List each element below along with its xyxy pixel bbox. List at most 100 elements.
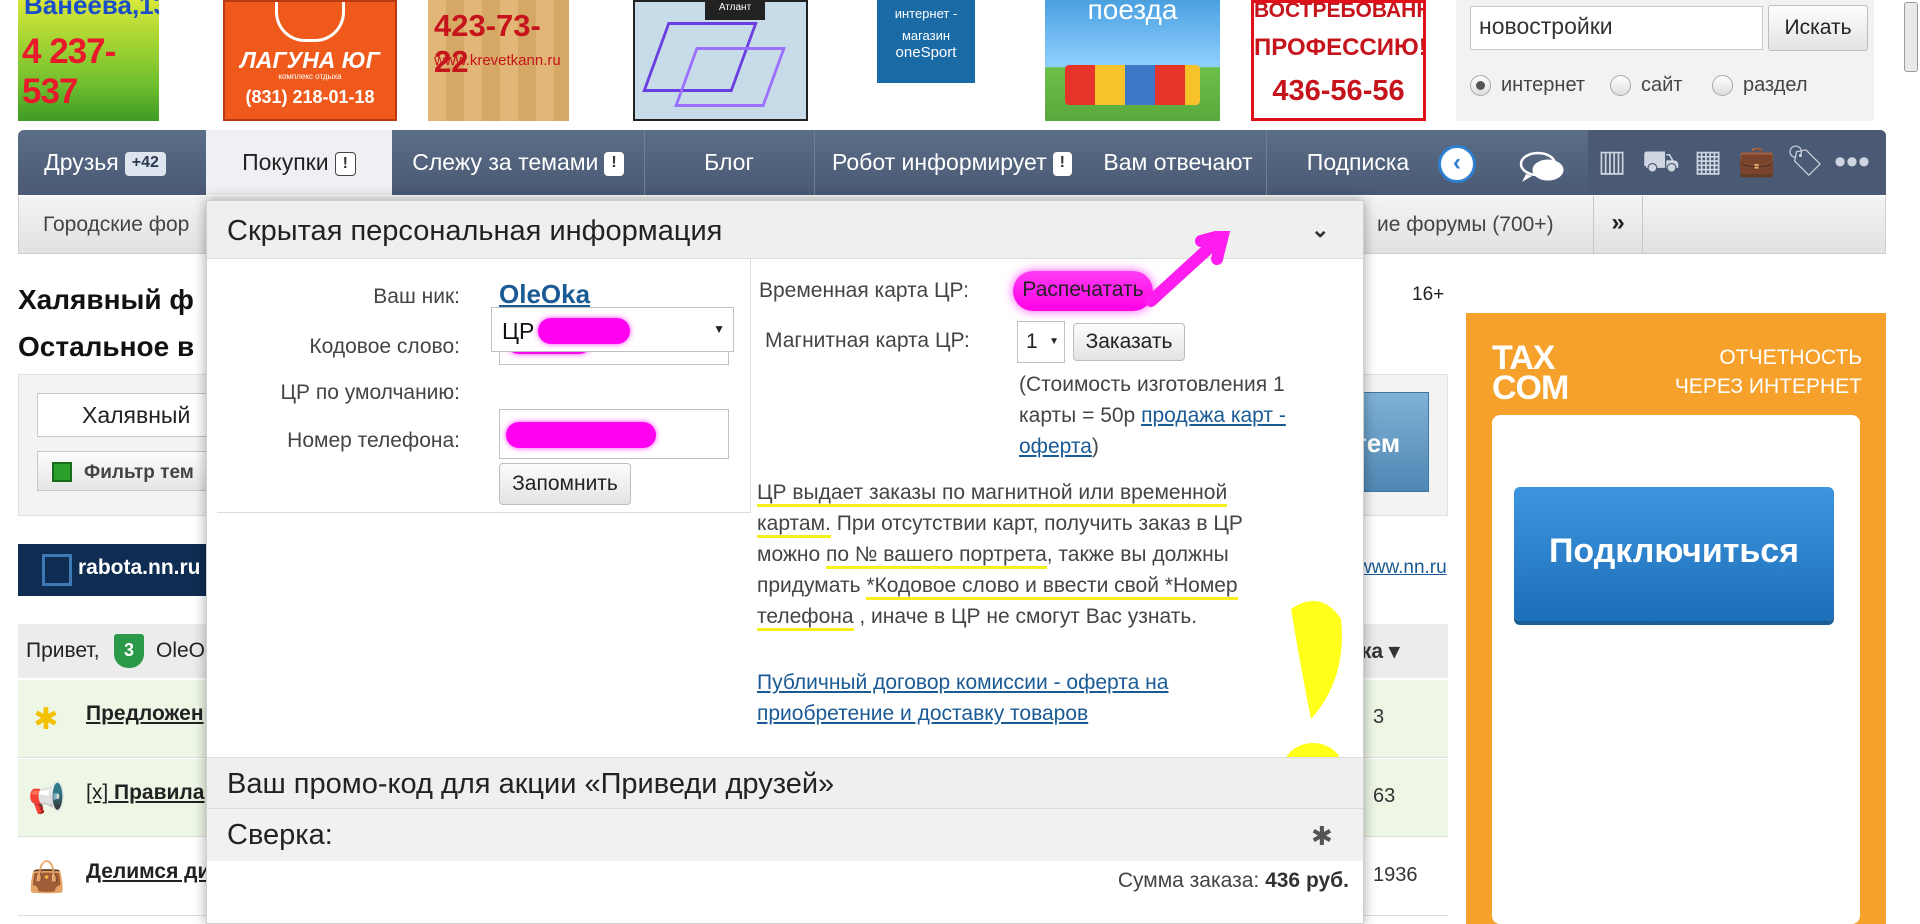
building-icon[interactable]: ▥ — [1594, 144, 1630, 180]
car-icon[interactable]: ⛟ — [1642, 144, 1680, 180]
select-value: ЦР — [502, 318, 535, 344]
reconciliation-section[interactable]: Сверка: ✱ — [207, 809, 1363, 861]
contract-link[interactable]: Публичный договор комиссии - оферта на — [757, 671, 1168, 694]
topic-title[interactable]: [x] Правила — [86, 781, 204, 805]
greeting-text: Привет, — [26, 639, 100, 662]
nav-watched-topics[interactable]: Слежу за темами! — [392, 130, 644, 195]
page-title: Халявный ф — [18, 284, 194, 315]
caret-down-icon: ▾ — [1388, 640, 1400, 663]
banner-phone: 436-56-56 — [1272, 75, 1405, 107]
card-sale-link-offer[interactable]: оферта — [1019, 435, 1092, 458]
radio-site[interactable]: сайт — [1610, 74, 1682, 97]
ad-line: ОТЧЕТНОСТЬ — [1719, 346, 1862, 369]
asterisk-icon[interactable]: ✱ — [1311, 821, 1333, 852]
card-sale-link[interactable]: продажа карт - — [1141, 404, 1286, 427]
banner-address: Ванеева,13 — [24, 0, 159, 20]
search-panel: новостройки Искать интернет сайт раздел — [1456, 0, 1874, 121]
megaphone-icon: 📢 — [28, 782, 66, 815]
banner-ad-1[interactable]: Ванеева,13 4 237-537 — [18, 0, 159, 121]
ad-card: Подключиться — [1492, 415, 1860, 924]
banner-ad-onesport[interactable]: интернет - магазин oneSport — [877, 0, 975, 83]
subnav-city-forums[interactable]: Городские фор — [43, 213, 189, 237]
mag-card-label: Магнитная карта ЦР: — [765, 329, 970, 352]
subnav-other-forums[interactable]: ие форумы (700+) — [1377, 213, 1554, 237]
chat-icon[interactable] — [1518, 150, 1566, 184]
order-sum: Сумма заказа: 436 руб. — [207, 869, 1349, 893]
chevron-right-icon[interactable]: » — [1593, 196, 1643, 254]
default-cr-label: ЦР по умолчанию: — [280, 381, 460, 404]
personal-info-panel: Скрытая персональная информация ⌄ Ваш ни… — [206, 200, 1364, 924]
banner-ad-krevetka[interactable]: 423-73-22 www.krevetkann.ru — [428, 0, 569, 121]
nav-label: Робот информирует — [832, 149, 1047, 175]
info-text: , иначе в ЦР не смогут Вас узнать. — [853, 605, 1198, 628]
save-button[interactable]: Запомнить — [499, 463, 631, 505]
rabota-banner[interactable]: rabota.nn.ru — [18, 544, 208, 596]
nav-label: Слежу за темами — [412, 149, 599, 175]
nn-link[interactable]: www.nn.ru — [1358, 557, 1447, 579]
radio-checked-icon — [1470, 75, 1491, 96]
age-rating: 16+ — [1412, 284, 1445, 305]
info-text: картам. — [757, 512, 831, 538]
banner-name: ЛАГУНА ЮГ — [240, 47, 380, 73]
promo-section[interactable]: Ваш промо-код для акции «Приведи друзей» — [207, 757, 1363, 809]
chevron-left-icon[interactable]: ‹ — [1438, 145, 1476, 183]
banner-line: ПРОФЕССИЮ! — [1254, 34, 1426, 61]
crown-icon — [275, 2, 345, 42]
nav-robot[interactable]: Робот информирует! — [814, 130, 1090, 195]
topic-title[interactable]: Делимся ди — [86, 860, 210, 884]
radio-internet[interactable]: интернет — [1470, 74, 1585, 97]
banner-logo: Атлант — [705, 2, 765, 20]
filter-icon — [52, 462, 72, 482]
radio-label: сайт — [1641, 74, 1683, 96]
info-text: телефона — [757, 605, 854, 631]
page-scrollbar[interactable] — [1902, 0, 1920, 924]
banner-phone: 423-73-22 — [434, 8, 541, 79]
nav-replies[interactable]: Вам отвечают — [1090, 130, 1266, 195]
office-icon[interactable]: ▦ — [1690, 144, 1726, 180]
nav-badge: ! — [334, 151, 356, 176]
banner-ad-profession[interactable]: ВОСТРЕБОВАННУЮ ПРОФЕССИЮ! 436-56-56 — [1251, 0, 1426, 121]
banner-site: www.krevetkann.ru — [434, 52, 561, 69]
topic-title[interactable]: Предложен — [86, 702, 204, 726]
info-text: по № вашего портрета — [826, 543, 1047, 569]
print-button[interactable]: Распечатать — [1013, 271, 1153, 311]
taxcom-ad[interactable]: TAX COM ОТЧЕТНОСТЬ ЧЕРЕЗ ИНТЕРНЕТ Подключ… — [1466, 313, 1886, 924]
banner-ad-glass[interactable]: Атлант — [633, 0, 808, 121]
nav-blog[interactable]: Блог — [644, 130, 814, 195]
connect-button[interactable]: Подключиться — [1514, 487, 1834, 621]
card-info: Временная карта ЦР: Распечатать Магнитна… — [751, 231, 1363, 795]
taxcom-logo: TAX COM — [1492, 339, 1569, 407]
tags-icon[interactable]: 🏷 — [1786, 144, 1824, 180]
search-input[interactable]: новостройки — [1470, 6, 1763, 50]
more-icon[interactable]: ••• — [1834, 144, 1870, 180]
nick-link[interactable]: OleOka — [499, 279, 590, 310]
banner-ad-trains[interactable]: поезда — [1045, 0, 1220, 121]
scrollbar-thumb[interactable] — [1904, 2, 1918, 72]
info-text: , также вы должны — [1046, 543, 1229, 566]
redaction-scribble — [538, 318, 630, 344]
mag-card-qty-select[interactable]: 1 ▼ — [1017, 321, 1065, 363]
phone-field[interactable] — [499, 409, 729, 459]
nav-purchases[interactable]: Покупки! — [206, 130, 392, 195]
cost-text: (Стоимость изготовления 1 — [1019, 373, 1285, 396]
briefcase-icon[interactable]: 💼 — [1738, 144, 1775, 180]
ad-text: ОТЧЕТНОСТЬ ЧЕРЕЗ ИНТЕРНЕТ — [1675, 343, 1862, 401]
nav-subscription[interactable]: Подписка — [1274, 130, 1442, 195]
radio-section[interactable]: раздел — [1712, 74, 1808, 97]
default-cr-select[interactable]: ЦР ▼ — [491, 307, 734, 352]
rabota-label: rabota.nn.ru — [78, 556, 201, 579]
panel-title: Скрытая персональная информация — [227, 215, 723, 247]
order-button[interactable]: Заказать — [1073, 323, 1185, 361]
personal-fields: Ваш ник: OleOka Кодовое слово: ЦР по умо… — [217, 259, 751, 513]
chevron-down-icon[interactable]: ⌄ — [1311, 217, 1329, 243]
banner-ad-laguna[interactable]: ЛАГУНА ЮГ комплекс отдыха (831) 218-01-1… — [223, 0, 397, 121]
user-level-badge: 3 — [114, 634, 144, 668]
user-name[interactable]: OleO — [156, 639, 205, 663]
contract-link[interactable]: приобретение и доставку товаров — [757, 702, 1088, 725]
search-button[interactable]: Искать — [1768, 5, 1868, 51]
info-text: можно — [757, 543, 827, 566]
nav-label: Вам отвечают — [1103, 149, 1253, 175]
nav-friends[interactable]: Друзья +42 — [18, 130, 192, 195]
nav-badge: ! — [604, 151, 624, 176]
info-text: ЦР выдает заказы по магнитной или времен… — [757, 481, 1228, 507]
